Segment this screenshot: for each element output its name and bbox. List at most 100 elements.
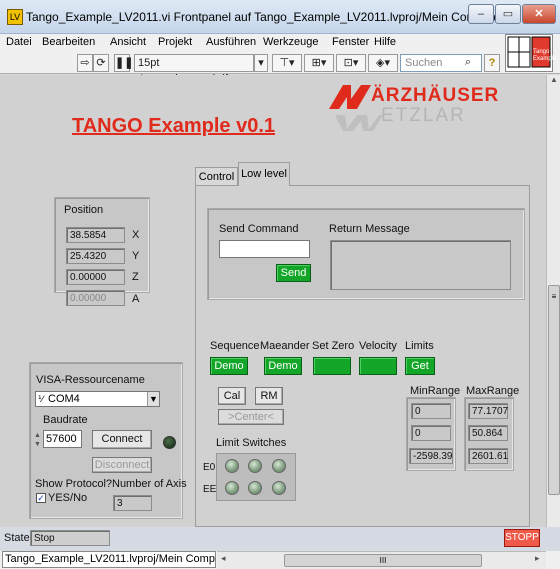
scroll-up-icon[interactable]: ▲ [548,75,560,87]
marzhauser-logo: ÄRZHÄUSER ETZLAR [327,81,527,131]
visa-resource-select[interactable]: ⅟ COM4 ▼ [35,391,160,407]
baudrate-input[interactable]: 57600 [43,430,82,448]
logo-text-bottom: ETZLAR [381,105,466,126]
maximize-button[interactable]: ▭ [495,4,521,24]
menu-ansicht[interactable]: Ansicht [110,36,146,48]
menu-ausfuehren[interactable]: Ausführen [206,36,256,48]
tab-control[interactable]: Control [195,167,238,185]
limit-led-icon [248,459,262,473]
front-panel: TANGO Example v0.1 ÄRZHÄUSER ETZLAR Posi… [0,75,546,547]
horizontal-scrollbar[interactable]: ◂ III ▸ [217,551,546,569]
max-range-value: 2601.61 [468,448,508,464]
limit-row-e0-label: E0 [203,462,216,473]
run-arrow-icon[interactable]: ⇨ [77,54,93,72]
set-zero-button[interactable] [313,357,351,375]
visa-io-icon: ⅟ [38,394,44,404]
limit-led-icon [272,481,286,495]
menu-hilfe[interactable]: Hilfe [374,36,396,48]
velocity-label: Velocity [359,340,397,352]
help-icon[interactable]: ? [484,54,500,72]
chevron-down-icon[interactable]: ▼ [147,392,159,406]
number-of-axis-label: Number of Axis [112,478,187,490]
baudrate-label: Baudrate [43,414,88,426]
panel-title: TANGO Example v0.1 [72,115,276,137]
send-button[interactable]: Send [276,264,311,282]
resize-objects-icon[interactable]: ⊡▾ [336,54,366,72]
yesno-label: YES/No [48,492,88,504]
search-icon[interactable]: ⌕ [458,54,478,72]
min-range-label: MinRange [410,385,461,397]
vi-icon-thumbnail: Tango Example [505,34,557,72]
scroll-right-icon[interactable]: ▸ [535,553,540,564]
position-label: Position [64,204,104,216]
font-dropdown-icon[interactable]: ▾ [254,54,268,72]
sequence-demo-button[interactable]: Demo [210,357,248,375]
tab-low-level[interactable]: Low level [238,162,290,186]
limit-led-icon [225,459,239,473]
min-range-value: 0 [411,425,451,441]
position-z-value: 0.00000 [66,269,125,285]
project-path[interactable]: Tango_Example_LV2011.lvproj/Mein Compute… [2,551,216,568]
position-x-value: 38.5854 [66,227,125,243]
scroll-left-icon[interactable]: ◂ [221,553,226,564]
show-protocol-label: Show Protocol? [35,478,113,490]
min-range-value: 0 [411,403,451,419]
minimize-button[interactable]: – [468,4,494,24]
window-title: Tango_Example_LV2011.vi Frontpanel auf T… [26,10,504,24]
state-label: State [4,532,30,544]
max-range-value: 50.864 [468,425,508,441]
vi-thumb-text: Tango Example [533,49,557,62]
labview-app-icon: LV [7,9,23,25]
send-command-label: Send Command [219,223,299,235]
run-continuous-icon[interactable]: ⟳ [93,54,109,72]
limits-get-button[interactable]: Get [405,357,435,375]
send-command-input[interactable] [219,240,310,258]
limit-led-icon [272,459,286,473]
pause-icon[interactable]: ❚❚ [114,54,133,72]
protocol-checkbox[interactable]: ✓ [36,493,46,503]
menu-projekt[interactable]: Projekt [158,36,192,48]
menu-datei[interactable]: Datei [6,36,32,48]
axis-x-label: X [132,229,140,241]
menu-werkzeuge[interactable]: Werkzeuge [263,36,318,48]
max-range-value: 77.1707 [468,403,508,419]
reorder-icon[interactable]: ◈▾ [368,54,398,72]
distribute-objects-icon[interactable]: ⊞▾ [304,54,334,72]
max-range-label: MaxRange [466,385,520,397]
font-selector[interactable]: 15pt Anwendungsschriftart [134,54,254,85]
set-zero-label: Set Zero [312,340,355,352]
state-value: Stop [30,530,110,546]
menu-bar: Datei Bearbeiten Ansicht Projekt Ausführ… [0,34,560,52]
toolbar: ⇨ ⟳ ❚❚ 15pt Anwendungsschriftart ▾ ⊤▾ ⊞▾… [0,52,560,85]
min-range-value: -2598.39 [409,448,453,464]
limit-led-icon [248,481,262,495]
limits-label: Limits [405,340,434,352]
visa-label: VISA-Ressourcename [36,374,145,386]
number-of-axis-value: 3 [113,495,152,511]
maeander-demo-button[interactable]: Demo [264,357,302,375]
axis-a-label: A [132,293,140,305]
title-bar: LV Tango_Example_LV2011.vi Frontpanel au… [0,0,560,34]
center-button[interactable]: >Center< [218,409,284,425]
limit-switches-label: Limit Switches [216,437,287,449]
return-message-label: Return Message [329,223,410,235]
cal-button[interactable]: Cal [218,387,246,405]
stop-button[interactable]: STOPP [504,529,540,547]
align-objects-icon[interactable]: ⊤▾ [272,54,302,72]
limit-led-icon [225,481,239,495]
rm-button[interactable]: RM [255,387,283,405]
menu-fenster[interactable]: Fenster [332,36,369,48]
close-button[interactable]: ✕ [522,4,556,24]
velocity-button[interactable] [359,357,397,375]
vertical-scrollbar[interactable]: ▲ ≡ [546,75,560,527]
visa-resource-value: COM4 [48,393,80,405]
position-a-value: 0.00000 [66,290,125,306]
disconnect-button[interactable]: Disconnect [92,457,152,473]
logo-text-top: ÄRZHÄUSER [371,85,500,106]
horizontal-scroll-thumb[interactable]: III [284,554,482,567]
connect-button[interactable]: Connect [92,430,152,449]
limit-row-ee-label: EE [203,484,217,495]
baudrate-stepper[interactable]: ▲ ▼ [34,431,42,449]
vertical-scroll-thumb[interactable]: ≡ [548,285,560,495]
menu-bearbeiten[interactable]: Bearbeiten [42,36,95,48]
